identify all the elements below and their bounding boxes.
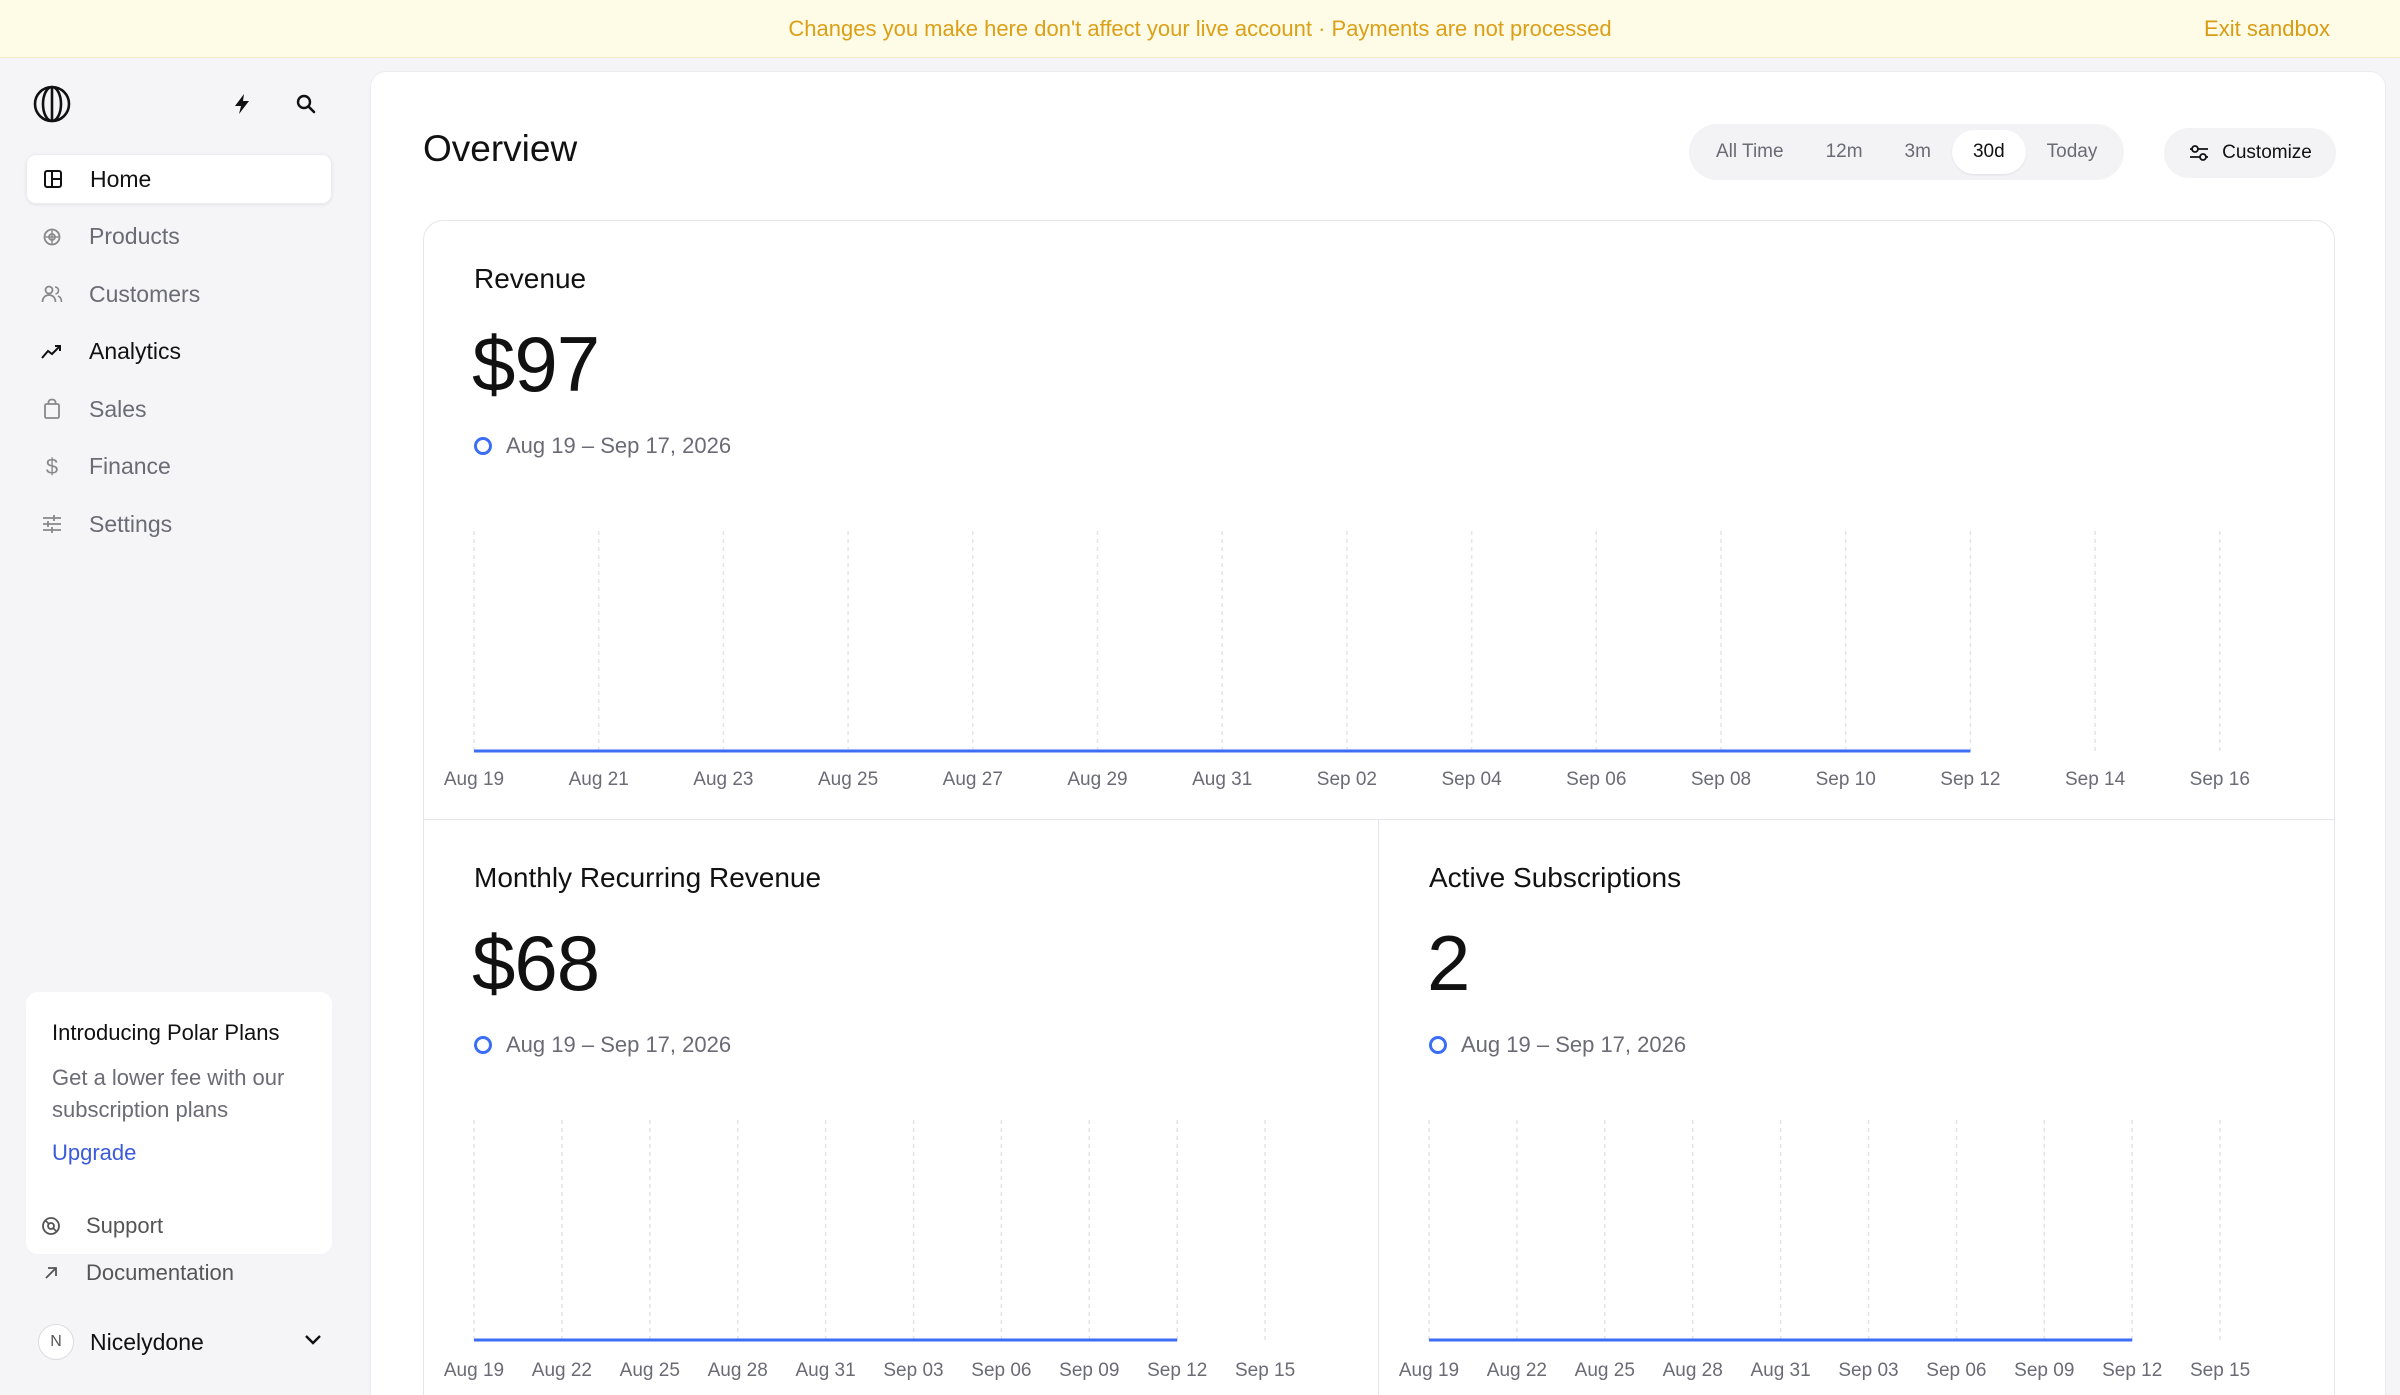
- sidebar-item-home[interactable]: Home: [26, 154, 332, 204]
- x-tick-label: Sep 09: [2014, 1360, 2074, 1381]
- range-3m[interactable]: 3m: [1884, 130, 1952, 174]
- sandbox-message: Changes you make here don't affect your …: [788, 15, 1612, 41]
- x-tick-label: Sep 04: [1441, 769, 1502, 790]
- x-tick-label: Aug 31: [1192, 769, 1252, 790]
- support-icon: [40, 1216, 62, 1236]
- page-title: Overview: [423, 128, 578, 169]
- documentation-label: Documentation: [86, 1260, 234, 1285]
- x-tick-label: Sep 12: [2102, 1360, 2162, 1381]
- sidebar-item-label: Settings: [89, 510, 173, 537]
- sidebar-item-label: Home: [90, 165, 152, 192]
- x-tick-label: Sep 16: [2190, 769, 2250, 790]
- sandbox-banner: Changes you make here don't affect your …: [0, 0, 2400, 58]
- support-label: Support: [86, 1213, 164, 1238]
- dollar-icon: $: [45, 453, 59, 479]
- main-panel: Overview All Time 12m 3m 30d Today Custo…: [370, 71, 2386, 1395]
- x-tick-label: Sep 03: [883, 1360, 943, 1381]
- sidebar-item-customers[interactable]: Customers: [26, 269, 332, 319]
- sidebar-item-analytics[interactable]: Analytics: [26, 327, 332, 377]
- chevron-down-icon[interactable]: [304, 1333, 322, 1351]
- x-tick-label: Aug 25: [620, 1360, 680, 1381]
- x-tick-label: Aug 31: [1750, 1360, 1810, 1381]
- polar-logo-icon[interactable]: [32, 84, 72, 124]
- sliders-icon: [2188, 143, 2210, 163]
- x-tick-label: Sep 06: [1566, 769, 1626, 790]
- x-tick-label: Aug 31: [795, 1360, 855, 1381]
- sliders-icon: [40, 512, 64, 536]
- sidebar-item-settings[interactable]: Settings: [26, 499, 332, 549]
- range-today[interactable]: Today: [2026, 130, 2119, 174]
- x-tick-label: Aug 28: [708, 1360, 768, 1381]
- range-12m[interactable]: 12m: [1805, 130, 1884, 174]
- x-tick-label: Sep 14: [2065, 769, 2126, 790]
- search-icon[interactable]: [290, 88, 322, 120]
- x-tick-label: Sep 10: [1816, 769, 1876, 790]
- x-tick-label: Sep 15: [1235, 1360, 1295, 1381]
- lightning-icon[interactable]: [226, 88, 258, 120]
- x-tick-label: Aug 21: [569, 769, 629, 790]
- range-30d[interactable]: 30d: [1951, 130, 2026, 174]
- arrow-up-right-icon: [40, 1265, 62, 1281]
- user-menu[interactable]: N Nicelydone: [38, 1324, 322, 1360]
- home-icon: [41, 167, 65, 191]
- customers-icon: [40, 282, 64, 306]
- x-tick-label: Sep 12: [1940, 769, 2000, 790]
- sidebar-item-label: Analytics: [89, 338, 182, 364]
- x-tick-label: Aug 25: [818, 769, 878, 790]
- x-tick-label: Aug 19: [1399, 1360, 1459, 1381]
- x-tick-label: Sep 15: [2190, 1360, 2250, 1381]
- x-tick-label: Aug 22: [1487, 1360, 1547, 1381]
- x-tick-label: Aug 23: [693, 769, 753, 790]
- x-tick-label: Sep 09: [1059, 1360, 1119, 1381]
- sidebar-item-products[interactable]: Products: [26, 212, 332, 262]
- mrr-chart: Aug 19 Aug 22 Aug 25 Aug 28 Aug 31 Sep 03 Sep …: [444, 1120, 1295, 1381]
- metrics-grid: Revenue $97 Aug 19 – Sep 17, 2026 Aug 19…: [423, 220, 2335, 1395]
- user-name: Nicelydone: [90, 1328, 204, 1355]
- x-tick-label: Sep 02: [1317, 769, 1377, 790]
- revenue-card[interactable]: Revenue $97 Aug 19 – Sep 17, 2026 Aug 19…: [424, 221, 2334, 819]
- x-tick-label: Aug 28: [1663, 1360, 1723, 1381]
- upgrade-link[interactable]: Upgrade: [52, 1140, 306, 1166]
- sidebar-item-label: Finance: [89, 453, 171, 479]
- x-tick-label: Aug 27: [943, 769, 1003, 790]
- x-tick-label: Sep 06: [1926, 1360, 1986, 1381]
- analytics-icon: [40, 340, 64, 364]
- promo-description: Get a lower fee with our subscription pl…: [52, 1065, 285, 1122]
- x-tick-label: Aug 29: [1067, 769, 1127, 790]
- x-tick-label: Aug 19: [444, 769, 504, 790]
- active-subscriptions-chart: Aug 19 Aug 22 Aug 25 Aug 28 Aug 31 Sep 03 Sep …: [1399, 1120, 2250, 1381]
- support-link[interactable]: Support: [40, 1210, 163, 1242]
- sidebar-item-label: Products: [89, 223, 180, 249]
- products-icon: [40, 225, 64, 249]
- sidebar-nav: Home Products Customers Analytics Sales: [26, 154, 332, 557]
- x-tick-label: Sep 03: [1838, 1360, 1898, 1381]
- x-tick-label: Sep 08: [1691, 769, 1751, 790]
- customize-button[interactable]: Customize: [2164, 128, 2336, 178]
- x-tick-label: Aug 19: [444, 1360, 504, 1381]
- x-tick-label: Sep 06: [971, 1360, 1031, 1381]
- x-tick-label: Aug 22: [532, 1360, 592, 1381]
- sidebar-item-sales[interactable]: Sales: [26, 384, 332, 434]
- avatar: N: [38, 1324, 74, 1360]
- documentation-link[interactable]: Documentation: [40, 1257, 234, 1289]
- promo-title: Introducing Polar Plans: [52, 1020, 280, 1045]
- x-tick-label: Sep 12: [1147, 1360, 1207, 1381]
- bag-icon: [40, 397, 64, 421]
- sidebar-item-finance[interactable]: $ Finance: [26, 442, 332, 492]
- exit-sandbox-link[interactable]: Exit sandbox: [2204, 0, 2330, 58]
- sidebar: Home Products Customers Analytics Sales: [0, 58, 358, 1395]
- range-selector: All Time 12m 3m 30d Today: [1689, 124, 2125, 180]
- customize-label: Customize: [2222, 142, 2312, 163]
- sidebar-item-label: Customers: [89, 280, 201, 307]
- revenue-chart: Aug 19 Aug 21 Aug 23 Aug 25 Aug 27 Aug 29 Aug …: [444, 531, 2250, 790]
- range-all-time[interactable]: All Time: [1695, 130, 1805, 174]
- x-tick-label: Aug 25: [1575, 1360, 1635, 1381]
- sidebar-item-label: Sales: [89, 395, 147, 422]
- mrr-card[interactable]: Monthly Recurring Revenue $68 Aug 19 – S…: [424, 820, 1378, 1395]
- active-subscriptions-card[interactable]: Active Subscriptions 2 Aug 19 – Sep 17, …: [1379, 820, 2334, 1395]
